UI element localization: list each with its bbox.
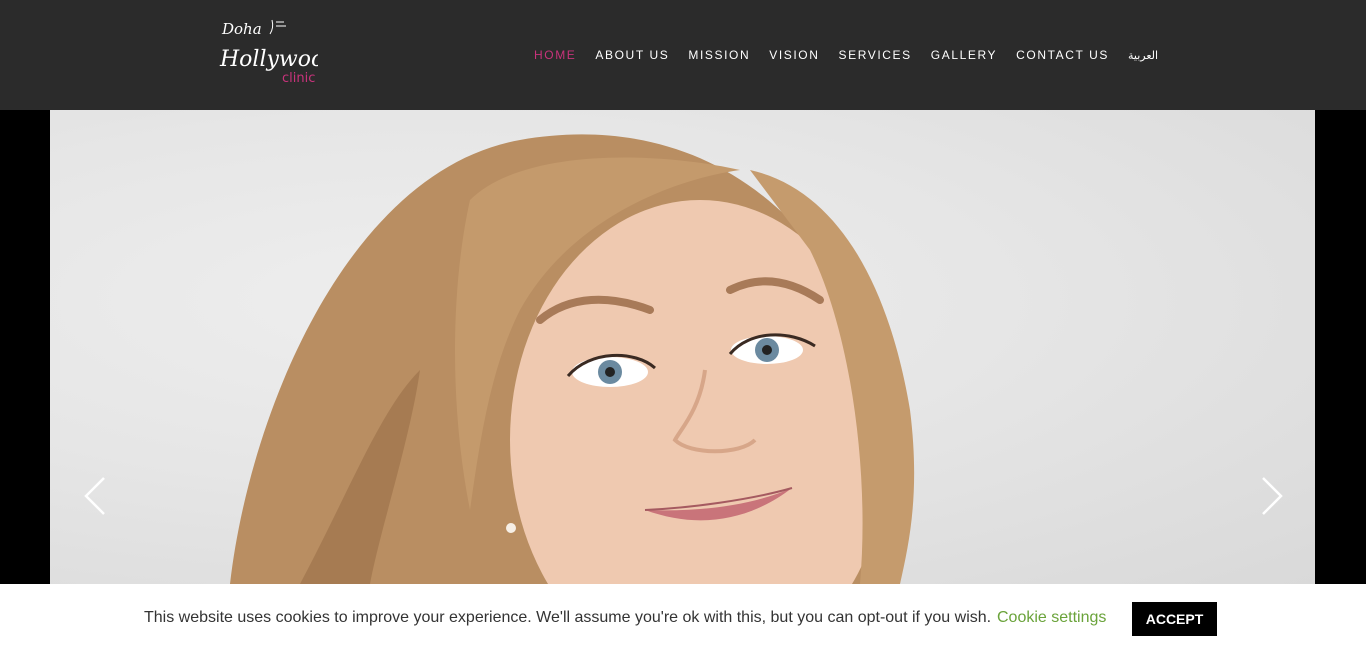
logo-line3: clinic xyxy=(282,71,315,86)
nav-mission[interactable]: MISSION xyxy=(688,48,750,62)
nav-contact-us[interactable]: CONTACT US xyxy=(1016,48,1109,62)
portrait-illustration xyxy=(230,134,915,584)
main-nav: HOME ABOUT US MISSION VISION SERVICES GA… xyxy=(534,46,1158,64)
nav-services[interactable]: SERVICES xyxy=(839,48,912,62)
chevron-left-icon xyxy=(84,477,105,515)
slider-next-button[interactable] xyxy=(1257,476,1285,516)
logo-line2: Hollywood xyxy=(219,47,318,72)
nav-home[interactable]: HOME xyxy=(534,48,576,62)
cookie-banner: This website uses cookies to improve you… xyxy=(0,584,1366,654)
hero-slide-image xyxy=(50,110,1315,584)
site-header: Doha Hollywood clinic HOME ABOUT US MISS… xyxy=(0,0,1366,110)
logo-line1: Doha xyxy=(221,20,262,38)
accept-cookies-button[interactable]: ACCEPT xyxy=(1132,602,1217,636)
nav-gallery[interactable]: GALLERY xyxy=(931,48,997,62)
cookie-message: This website uses cookies to improve you… xyxy=(144,609,992,626)
logo-graphic: Doha Hollywood clinic xyxy=(219,19,318,86)
slider-prev-button[interactable] xyxy=(82,476,110,516)
nav-vision[interactable]: VISION xyxy=(769,48,819,62)
nav-arabic[interactable]: العربية xyxy=(1128,49,1158,62)
site-logo[interactable]: Doha Hollywood clinic xyxy=(218,16,318,88)
cookie-settings-link[interactable]: Cookie settings xyxy=(997,609,1106,627)
nav-about-us[interactable]: ABOUT US xyxy=(595,48,669,62)
chevron-right-icon xyxy=(1262,477,1283,515)
